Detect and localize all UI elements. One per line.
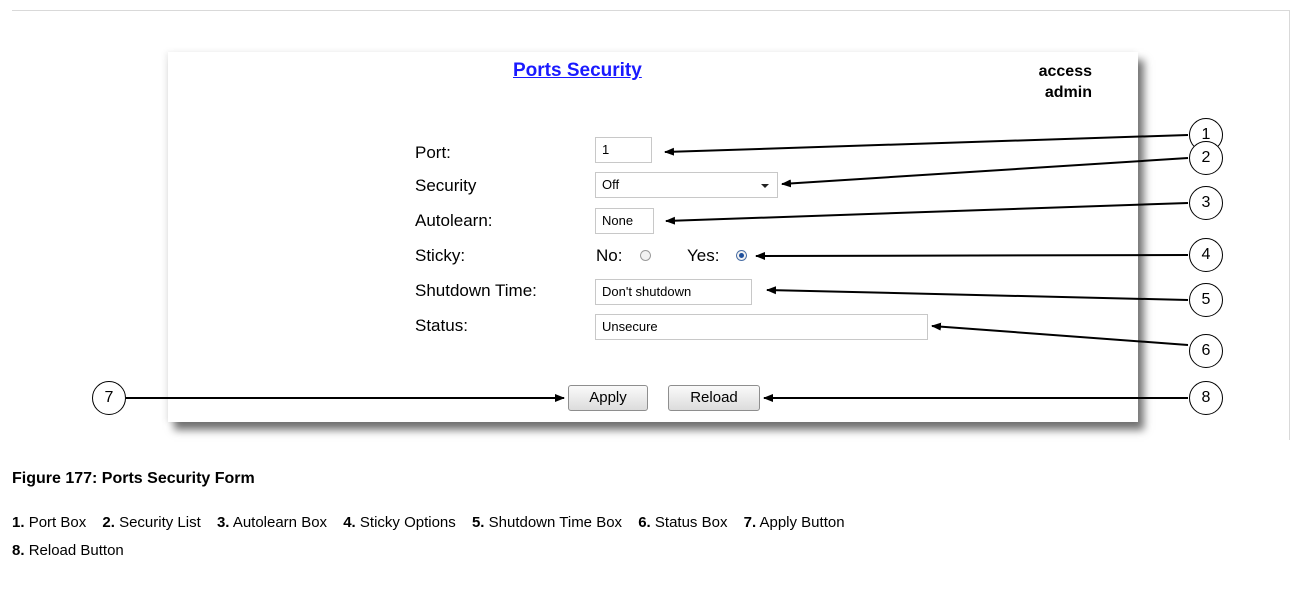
callout-5: 5 (1189, 283, 1223, 317)
legend-item: 8. Reload Button (12, 542, 124, 559)
callout-arrow-2 (781, 157, 1189, 188)
callout-8: 8 (1189, 381, 1223, 415)
callout-arrow-3 (665, 202, 1189, 225)
legend-item: 2. Security List (102, 514, 201, 531)
legend-item: 7. Apply Button (743, 514, 845, 531)
callout-3: 3 (1189, 186, 1223, 220)
legend-item: 6. Status Box (638, 514, 728, 531)
callout-4: 4 (1189, 238, 1223, 272)
callout-2: 2 (1189, 141, 1223, 175)
legend-item: 3. Autolearn Box (216, 514, 328, 531)
callout-7: 7 (92, 381, 126, 415)
legend-item: 5. Shutdown Time Box (471, 514, 623, 531)
figure-legend: 1. Port Box 2. Security List 3. Autolear… (12, 509, 1282, 565)
callout-arrow-1 (664, 134, 1189, 156)
legend-item: 4. Sticky Options (343, 514, 456, 531)
callout-arrow-4 (755, 251, 1189, 260)
legend-item: 1. Port Box (12, 514, 87, 531)
figure-caption: Figure 177: Ports Security Form (12, 470, 255, 487)
callout-6: 6 (1189, 334, 1223, 368)
callout-arrow-5 (766, 286, 1189, 301)
callout-arrow-6 (931, 322, 1189, 346)
